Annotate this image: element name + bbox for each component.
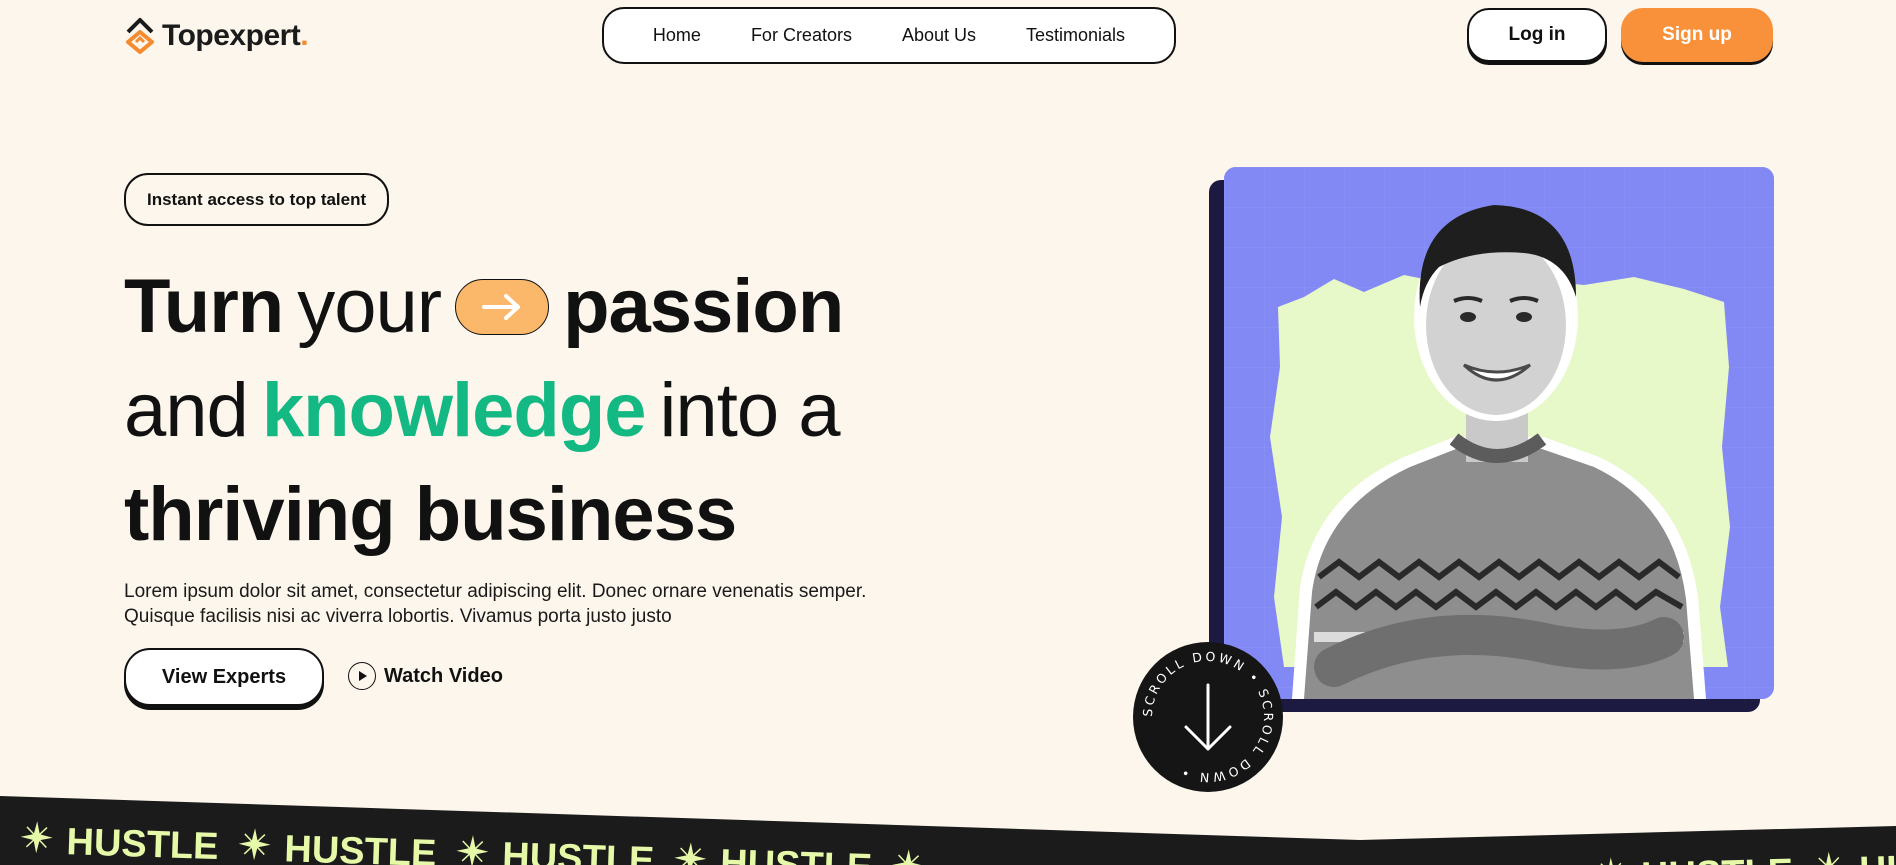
ticker-word: HUSTLE — [284, 828, 437, 865]
ticker-word: HUSTLE — [1859, 846, 1896, 865]
ticker-word: HUSTLE — [720, 842, 873, 865]
ticker-word: HUSTLE — [502, 835, 655, 865]
ticker-word: HUSTLE — [66, 821, 219, 865]
hustle-ticker-band: HUSTLE HUSTLE HUSTLE HUSTLE HUSTLE HUSTL… — [0, 796, 1896, 865]
